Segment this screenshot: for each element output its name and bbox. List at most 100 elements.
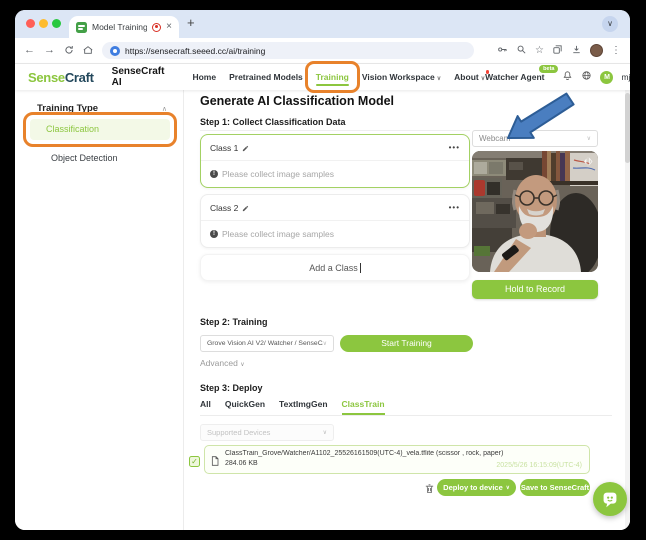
page-title: Generate AI Classification Model bbox=[200, 94, 394, 108]
tab-close-icon[interactable]: × bbox=[166, 22, 172, 32]
camera-source-value: Webcam bbox=[479, 134, 587, 143]
class-card-1[interactable]: Class 1 ••• ! Please collect image sampl… bbox=[200, 134, 470, 188]
site-favicon-icon bbox=[76, 22, 87, 33]
nav-watcher-agent[interactable]: Watcher Agent beta bbox=[485, 72, 544, 82]
maximize-window-button[interactable] bbox=[52, 19, 61, 28]
reload-icon[interactable] bbox=[64, 42, 74, 60]
hold-to-record-button[interactable]: Hold to Record bbox=[472, 280, 598, 299]
save-to-sensecraft-button[interactable]: Save to SenseCraft bbox=[520, 479, 590, 496]
tab-all[interactable]: All bbox=[200, 399, 211, 415]
nav-vision-workspace[interactable]: Vision Workspace∨ bbox=[362, 65, 441, 89]
main-nav: Home Pretrained Models Training Vision W… bbox=[192, 65, 485, 89]
training-device-value: Grove Vision AI V2/ Watcher / SenseCAP A… bbox=[207, 340, 323, 347]
model-file-row[interactable]: ClassTrain_Grove/Watcher/A1102_255261615… bbox=[204, 445, 590, 474]
step2-title: Step 2: Training bbox=[200, 317, 268, 327]
flip-camera-icon[interactable] bbox=[582, 155, 594, 167]
sidebar-item-object-detection[interactable]: Object Detection bbox=[51, 153, 118, 163]
text-cursor bbox=[360, 263, 361, 273]
header-right: Watcher Agent beta M mjrovai ∨ bbox=[485, 68, 630, 86]
nav-about-label: About bbox=[454, 72, 479, 82]
delete-trash-icon[interactable] bbox=[424, 481, 435, 499]
step1-title: Step 1: Collect Classification Data bbox=[200, 117, 346, 127]
browser-menu-icon[interactable]: ⋮ bbox=[611, 45, 621, 56]
edit-pencil-icon[interactable] bbox=[242, 199, 249, 217]
nav-pretrained-models[interactable]: Pretrained Models bbox=[229, 65, 303, 89]
chat-support-button[interactable] bbox=[593, 482, 627, 516]
class-card-header: Class 1 ••• bbox=[201, 135, 469, 161]
app-header: SenseCraft SenseCraft AI Home Pretrained… bbox=[15, 64, 630, 90]
chevron-down-icon: ∨ bbox=[323, 429, 327, 436]
sidebar: Training Type ∧ Classification Object De… bbox=[15, 90, 184, 530]
info-icon: ! bbox=[210, 170, 218, 178]
tab-search-button[interactable]: ∨ bbox=[602, 16, 618, 32]
tab-textimggen[interactable]: TextImgGen bbox=[279, 399, 328, 415]
toolbar-right-icons: ☆ ⋮ bbox=[497, 42, 621, 60]
download-icon[interactable] bbox=[571, 42, 582, 60]
model-file-timestamp: 2025/5/26 16:15:09(UTC-4) bbox=[496, 462, 582, 469]
page-scrollbar[interactable] bbox=[625, 90, 630, 530]
more-menu-icon[interactable]: ••• bbox=[449, 143, 460, 152]
info-icon: ! bbox=[210, 230, 218, 238]
hint-text: Please collect image samples bbox=[222, 229, 334, 239]
webcam-preview bbox=[472, 151, 598, 272]
address-bar[interactable]: https://sensecraft.seeed.cc/ai/training bbox=[102, 42, 474, 59]
chevron-down-icon: ∨ bbox=[587, 135, 591, 142]
beta-badge: beta bbox=[539, 65, 558, 73]
deploy-to-device-button[interactable]: Deploy to device ∨ bbox=[437, 479, 516, 496]
site-info-icon[interactable] bbox=[110, 46, 120, 56]
advanced-toggle[interactable]: Advanced ∨ bbox=[200, 358, 245, 368]
class-card-hint-row: ! Please collect image samples bbox=[201, 221, 469, 247]
tab-classtrain[interactable]: ClassTrain bbox=[342, 399, 385, 415]
nav-home[interactable]: Home bbox=[192, 65, 216, 89]
password-key-icon[interactable] bbox=[497, 42, 508, 60]
sidebar-section-label: Training Type bbox=[37, 103, 98, 114]
url-text: https://sensecraft.seeed.cc/ai/training bbox=[125, 46, 265, 56]
sensecraft-logo[interactable]: SenseCraft bbox=[28, 70, 94, 85]
tab-quickgen[interactable]: QuickGen bbox=[225, 399, 265, 415]
add-class-button[interactable]: Add a Class bbox=[200, 254, 470, 281]
hint-text: Please collect image samples bbox=[222, 169, 334, 179]
logo-sense: Sense bbox=[28, 70, 65, 85]
training-device-select[interactable]: Grove Vision AI V2/ Watcher / SenseCAP A… bbox=[200, 335, 334, 352]
edit-pencil-icon[interactable] bbox=[242, 139, 249, 157]
minimize-window-button[interactable] bbox=[39, 19, 48, 28]
nav-training[interactable]: Training bbox=[316, 65, 349, 89]
home-icon[interactable] bbox=[83, 42, 93, 60]
back-icon[interactable]: ← bbox=[24, 45, 35, 56]
browser-profile-avatar[interactable] bbox=[590, 44, 603, 57]
bookmark-star-icon[interactable]: ☆ bbox=[535, 45, 544, 56]
sidebar-item-classification[interactable]: Classification bbox=[30, 119, 170, 140]
nav-about[interactable]: About∨ bbox=[454, 65, 485, 89]
camera-source-select[interactable]: Webcam ∨ bbox=[472, 130, 598, 147]
browser-toolbar: ← → https://sensecraft.seeed.cc/ai/train… bbox=[15, 38, 630, 64]
close-window-button[interactable] bbox=[26, 19, 35, 28]
nav-vision-workspace-label: Vision Workspace bbox=[362, 72, 435, 82]
deploy-label: Deploy to device bbox=[443, 483, 503, 492]
browser-window: Model Training × + ∨ ← → https://sensecr… bbox=[15, 10, 630, 530]
new-tab-button[interactable]: + bbox=[187, 15, 195, 30]
more-menu-icon[interactable]: ••• bbox=[449, 203, 460, 212]
watcher-agent-label: Watcher Agent bbox=[485, 72, 544, 82]
chevron-down-icon: ∨ bbox=[437, 76, 441, 82]
class-card-2[interactable]: Class 2 ••• ! Please collect image sampl… bbox=[200, 194, 470, 248]
app-title: SenseCraft AI bbox=[112, 66, 165, 88]
bell-icon[interactable] bbox=[562, 68, 573, 86]
chevron-down-icon: ∨ bbox=[240, 362, 244, 368]
username[interactable]: mjrovai bbox=[621, 72, 630, 82]
supported-devices-select[interactable]: Supported Devices ∨ bbox=[200, 424, 334, 441]
main-content: Generate AI Classification Model Step 1:… bbox=[184, 90, 630, 530]
sidebar-section-training-type[interactable]: Training Type ∧ bbox=[15, 90, 183, 114]
zoom-icon[interactable] bbox=[516, 42, 527, 60]
scrollbar-thumb[interactable] bbox=[625, 93, 630, 163]
browser-tab[interactable]: Model Training × bbox=[69, 16, 179, 38]
class-card-hint-row: ! Please collect image samples bbox=[201, 161, 469, 187]
class-name: Class 1 bbox=[210, 143, 238, 153]
chevron-up-icon: ∧ bbox=[162, 105, 167, 113]
model-file-checkbox[interactable]: ✓ bbox=[189, 456, 200, 467]
tab-groups-icon[interactable] bbox=[552, 42, 563, 60]
language-globe-icon[interactable] bbox=[581, 68, 592, 86]
user-avatar[interactable]: M bbox=[600, 71, 613, 84]
start-training-button[interactable]: Start Training bbox=[340, 335, 473, 352]
forward-icon[interactable]: → bbox=[44, 45, 55, 56]
chevron-down-icon: ∨ bbox=[323, 340, 327, 347]
